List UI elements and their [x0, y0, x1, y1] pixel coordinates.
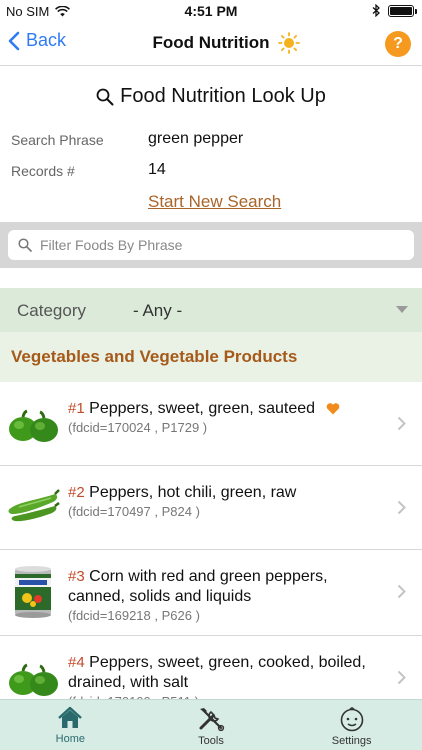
bluetooth-icon	[372, 4, 380, 17]
help-button[interactable]: ?	[385, 31, 411, 57]
food-name: Peppers, hot chili, green, raw	[89, 484, 297, 501]
section-title: Vegetables and Vegetable Products	[11, 347, 298, 366]
food-name: Peppers, sweet, green, cooked, boiled, d…	[68, 654, 366, 691]
food-text: #2 Peppers, hot chili, green, raw (fdcid…	[68, 483, 383, 519]
food-name: Corn with red and green peppers, canned,…	[68, 568, 328, 605]
tab-settings-label: Settings	[331, 735, 372, 747]
battery-icon	[388, 4, 417, 17]
food-list-item[interactable]: #4 Peppers, sweet, green, cooked, boiled…	[0, 636, 422, 702]
food-meta: (fdcid=170024 , P1729 )	[68, 420, 208, 435]
green-bell-pepper-icon	[9, 663, 58, 696]
chevron-right-icon	[397, 416, 406, 431]
chevron-right-icon	[397, 584, 406, 599]
sun-icon[interactable]	[278, 32, 300, 54]
food-name: Peppers, sweet, green, sauteed	[89, 400, 316, 417]
nav-bar: Back Food Nutrition ?	[0, 22, 422, 66]
status-bar: No SIM 4:51 PM	[0, 0, 422, 22]
food-number: #1	[68, 400, 85, 417]
food-title-line: #4 Peppers, sweet, green, cooked, boiled…	[68, 653, 383, 693]
food-meta: (fdcid=169218 , P626 )	[68, 608, 200, 623]
green-chili-pepper-icon	[8, 489, 60, 522]
search-phrase-label: Search Phrase	[11, 132, 104, 148]
tab-settings[interactable]: Settings	[281, 700, 422, 750]
corn-can-icon	[15, 566, 51, 618]
category-value: - Any -	[133, 301, 183, 320]
food-list-item[interactable]: #3 Corn with red and green peppers, cann…	[0, 550, 422, 636]
search-icon	[18, 238, 32, 252]
food-meta: (fdcid=170497 , P824 )	[68, 504, 200, 519]
food-number: #4	[68, 654, 85, 671]
start-new-search-link[interactable]: Start New Search	[148, 192, 281, 212]
green-bell-pepper-icon	[9, 409, 58, 442]
filter-input[interactable]	[40, 237, 400, 253]
food-list-item[interactable]: #1 Peppers, sweet, green, sauteed (fdcid…	[0, 382, 422, 466]
food-number: #3	[68, 568, 85, 585]
filter-box	[8, 230, 414, 260]
food-title-line: #3 Corn with red and green peppers, cann…	[68, 567, 383, 607]
records-label: Records #	[11, 163, 75, 179]
chevron-right-icon	[397, 500, 406, 515]
tab-home-label: Home	[55, 733, 85, 745]
food-text: #4 Peppers, sweet, green, cooked, boiled…	[68, 653, 383, 702]
filter-band	[0, 222, 422, 268]
food-text: #1 Peppers, sweet, green, sauteed (fdcid…	[68, 399, 383, 435]
tab-tools[interactable]: Tools	[141, 700, 282, 750]
nav-title: Food Nutrition	[152, 33, 270, 52]
food-list: #1 Peppers, sweet, green, sauteed (fdcid…	[0, 382, 422, 702]
category-label: Category	[17, 301, 86, 320]
chevron-down-icon	[396, 306, 408, 313]
lookup-title-row: Food Nutrition Look Up	[0, 85, 422, 108]
lookup-title: Food Nutrition Look Up	[120, 85, 326, 107]
tab-tools-label: Tools	[198, 735, 224, 747]
food-title-line: #2 Peppers, hot chili, green, raw	[68, 483, 383, 503]
records-value: 14	[148, 161, 166, 178]
food-title-line: #1 Peppers, sweet, green, sauteed	[68, 399, 383, 419]
baby-face-icon	[340, 707, 363, 732]
tab-bar: Home Tools Settings	[0, 699, 422, 750]
search-phrase-value: green pepper	[148, 130, 244, 147]
food-number: #2	[68, 484, 85, 501]
status-time: 4:51 PM	[184, 3, 238, 19]
heart-icon	[326, 403, 339, 415]
tab-home[interactable]: Home	[0, 700, 141, 750]
home-icon	[58, 706, 83, 728]
nav-title-wrap: Food Nutrition	[0, 33, 422, 53]
food-text: #3 Corn with red and green peppers, cann…	[68, 567, 383, 623]
status-right	[372, 4, 417, 17]
chevron-right-icon	[397, 670, 406, 685]
section-header: Vegetables and Vegetable Products	[0, 332, 422, 382]
category-selector[interactable]: Category - Any -	[0, 288, 422, 332]
tools-icon	[199, 708, 225, 732]
food-list-item[interactable]: #2 Peppers, hot chili, green, raw (fdcid…	[0, 466, 422, 550]
search-icon	[96, 88, 114, 105]
